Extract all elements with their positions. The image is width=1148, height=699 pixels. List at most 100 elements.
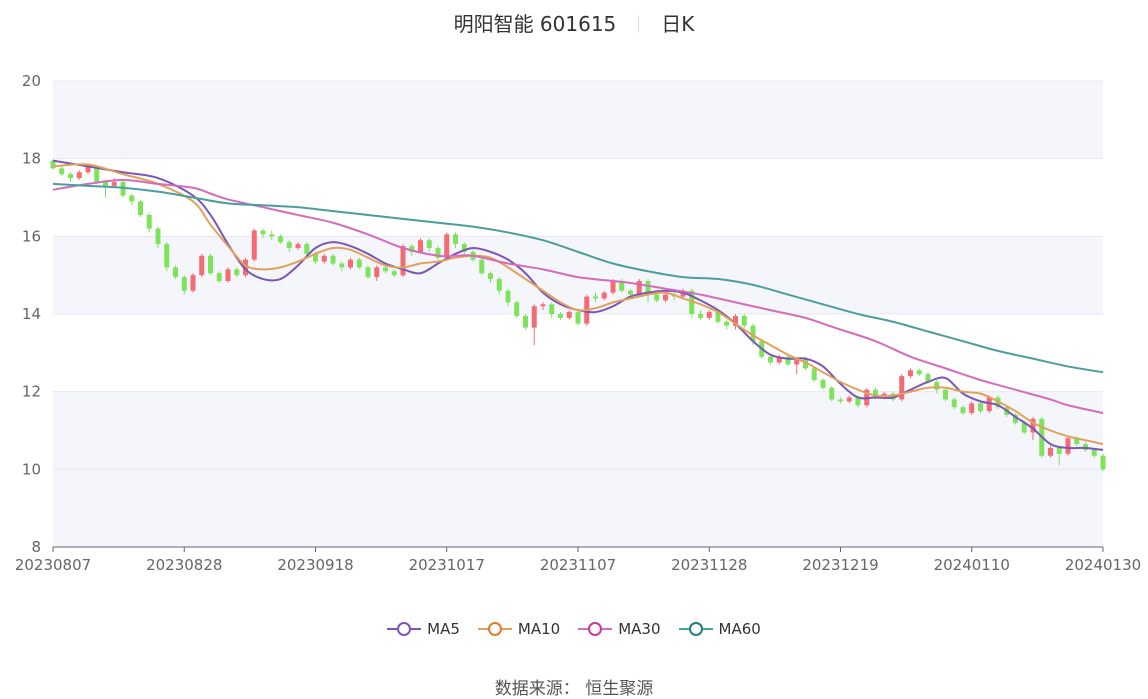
candle-body bbox=[251, 230, 257, 260]
candle-body bbox=[391, 271, 397, 276]
candle-body bbox=[216, 273, 222, 281]
legend-marker-ma5 bbox=[387, 622, 422, 636]
candle-body bbox=[199, 255, 205, 276]
data-source: 数据来源： 恒生聚源 bbox=[494, 679, 654, 699]
candle-body bbox=[286, 242, 292, 248]
candle-body bbox=[1091, 449, 1097, 456]
x-tick-label: 20231107 bbox=[540, 556, 616, 574]
candle-body bbox=[321, 255, 327, 262]
candle-body bbox=[1065, 438, 1071, 454]
candle-body bbox=[943, 389, 948, 400]
candle-body bbox=[706, 312, 712, 318]
candle-body bbox=[59, 168, 65, 175]
candle-body bbox=[610, 280, 616, 293]
candle-body bbox=[138, 201, 143, 215]
candlestick-chart: 8 10 12 14 16 18 20 20230807 20230828 20230918 202… bbox=[15, 72, 1141, 574]
y-tick-label: 14 bbox=[22, 305, 41, 323]
x-tick-label: 20231017 bbox=[409, 556, 485, 574]
legend-marker-ma60 bbox=[678, 622, 713, 636]
candle-body bbox=[829, 387, 835, 400]
candle-body bbox=[978, 403, 983, 412]
legend-item-ma10[interactable]: MA10 bbox=[477, 620, 560, 638]
candle-body bbox=[1100, 455, 1106, 470]
candle-body bbox=[1056, 447, 1062, 454]
candle-body bbox=[453, 234, 458, 245]
candle-body bbox=[523, 315, 528, 328]
candle-body bbox=[173, 267, 178, 278]
legend-label-ma30: MA30 bbox=[618, 620, 661, 638]
candle-body bbox=[698, 314, 703, 318]
candle-body bbox=[365, 267, 371, 278]
x-tick-label: 20231128 bbox=[671, 556, 747, 574]
candle-body bbox=[146, 214, 152, 229]
candle-body bbox=[663, 294, 668, 301]
candle-body bbox=[908, 370, 913, 377]
grid-band bbox=[53, 469, 1103, 547]
candle-body bbox=[260, 230, 266, 235]
candle-body bbox=[68, 174, 73, 179]
candle-body bbox=[540, 304, 546, 307]
candle-body bbox=[811, 368, 817, 381]
candle-body bbox=[444, 234, 450, 258]
legend-item-ma5[interactable]: MA5 bbox=[387, 620, 460, 638]
candle-body bbox=[330, 255, 336, 264]
candle-body bbox=[531, 306, 537, 328]
candle-body bbox=[164, 244, 170, 268]
candle-body bbox=[916, 370, 922, 375]
legend-item-ma60[interactable]: MA60 bbox=[678, 620, 761, 638]
candle-body bbox=[820, 380, 826, 388]
candle-body bbox=[111, 181, 117, 186]
x-tick-label: 20240130 bbox=[1065, 556, 1141, 574]
candle-body bbox=[951, 399, 957, 408]
candle-body bbox=[654, 294, 660, 301]
candle-body bbox=[208, 255, 213, 274]
y-tick-label: 18 bbox=[22, 150, 41, 168]
y-tick-label: 8 bbox=[31, 538, 41, 556]
candle-body bbox=[934, 381, 940, 390]
candle-body bbox=[426, 240, 432, 248]
candle-body bbox=[190, 275, 196, 291]
candle-body bbox=[969, 403, 975, 414]
x-tick-label: 20230918 bbox=[277, 556, 353, 574]
candle-body bbox=[181, 277, 187, 291]
y-tick-label: 10 bbox=[22, 460, 41, 478]
x-tick-label: 20231219 bbox=[802, 556, 878, 574]
candle-body bbox=[558, 314, 563, 318]
x-tick-label: 20230828 bbox=[146, 556, 222, 574]
candle-body bbox=[960, 407, 966, 414]
candle-body bbox=[304, 244, 310, 254]
y-tick-label: 16 bbox=[22, 227, 41, 245]
chart-legend: MA5 MA10 MA30 MA60 bbox=[0, 620, 1148, 638]
grid-band bbox=[53, 81, 1103, 159]
candle-body bbox=[724, 321, 730, 326]
candle-body bbox=[339, 263, 345, 268]
candle-body bbox=[383, 267, 388, 272]
candle-body bbox=[846, 397, 852, 402]
y-tick-label: 20 bbox=[22, 72, 41, 90]
candle-body bbox=[295, 244, 301, 248]
candle-body bbox=[628, 290, 633, 295]
candle-body bbox=[575, 312, 581, 324]
candle-body bbox=[234, 269, 240, 276]
candle-body bbox=[488, 273, 493, 280]
candle-body bbox=[496, 279, 502, 291]
candle-body bbox=[418, 240, 423, 252]
candle-body bbox=[76, 172, 82, 179]
candle-body bbox=[374, 267, 380, 278]
candle-body bbox=[566, 312, 572, 318]
candle-body bbox=[549, 304, 555, 314]
candle-body bbox=[348, 259, 353, 268]
x-tick-label: 20240110 bbox=[934, 556, 1010, 574]
x-tick-label: 20230807 bbox=[15, 556, 91, 574]
candle-body bbox=[505, 290, 511, 303]
candle-body bbox=[514, 302, 520, 316]
candle-body bbox=[129, 195, 135, 202]
candle-body bbox=[479, 259, 485, 274]
candle-body bbox=[838, 399, 843, 402]
candle-body bbox=[741, 315, 747, 326]
candle-body bbox=[155, 228, 161, 245]
candle-body bbox=[768, 356, 773, 363]
candle-body bbox=[356, 259, 362, 268]
legend-item-ma30[interactable]: MA30 bbox=[578, 620, 661, 638]
candle-body bbox=[269, 234, 275, 237]
